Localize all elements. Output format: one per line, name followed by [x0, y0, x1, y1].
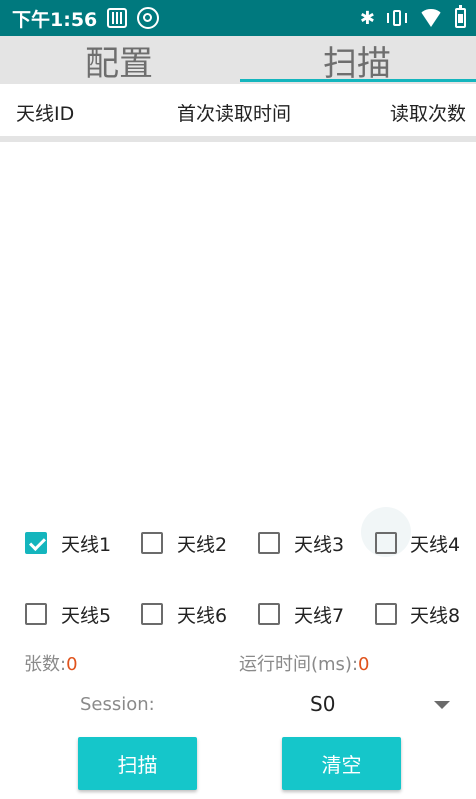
clear-button[interactable]: 清空	[282, 737, 401, 790]
runtime-stat: 运行时间(ms):0	[239, 650, 369, 676]
antenna-label: 天线3	[294, 533, 345, 556]
sim-card-icon	[107, 8, 128, 28]
antenna-3-checkbox[interactable]: 天线3	[258, 523, 344, 563]
checkbox-icon	[375, 603, 397, 625]
session-label: Session:	[80, 694, 155, 715]
column-header-antenna-id: 天线ID	[16, 103, 75, 125]
antenna-row-1: 天线1 天线2 天线3 天线4	[0, 507, 476, 563]
dropdown-caret-icon[interactable]	[434, 701, 450, 709]
antenna-label: 天线5	[61, 604, 112, 627]
antenna-row-2: 天线5 天线6 天线7 天线8	[0, 594, 476, 634]
vibrate-icon	[387, 8, 407, 28]
antenna-label: 天线7	[294, 604, 345, 627]
antenna-5-checkbox[interactable]: 天线5	[25, 594, 111, 634]
tag-count-value: 0	[66, 654, 78, 675]
table-header: 天线ID 首次读取时间 读取次数	[0, 84, 476, 142]
tag-count-stat: 张数:0	[24, 650, 78, 676]
antenna-label: 天线4	[410, 533, 461, 556]
column-header-read-count: 读取次数	[390, 103, 467, 125]
at-sign-icon	[137, 7, 160, 29]
tab-config[interactable]: 配置	[0, 36, 238, 84]
bluetooth-icon: ✱	[359, 7, 375, 29]
wifi-icon	[419, 9, 443, 27]
checkbox-icon	[258, 603, 280, 625]
session-select[interactable]: S0	[310, 692, 335, 716]
antenna-7-checkbox[interactable]: 天线7	[258, 594, 344, 634]
tag-list[interactable]	[0, 142, 476, 512]
checkbox-icon	[141, 603, 163, 625]
status-bar: 下午1:56 ✱	[0, 0, 476, 36]
checkbox-icon	[141, 532, 163, 554]
antenna-label: 天线1	[61, 533, 112, 556]
tag-count-label: 张数:	[24, 654, 67, 675]
antenna-2-checkbox[interactable]: 天线2	[141, 523, 227, 563]
column-header-first-read-time: 首次读取时间	[177, 103, 292, 125]
antenna-label: 天线8	[410, 604, 461, 627]
antenna-1-checkbox[interactable]: 天线1	[25, 523, 111, 563]
antenna-6-checkbox[interactable]: 天线6	[141, 594, 227, 634]
checkbox-icon	[25, 603, 47, 625]
scan-button[interactable]: 扫描	[78, 737, 197, 790]
checkbox-icon	[258, 532, 280, 554]
runtime-value: 0	[358, 654, 370, 675]
checkbox-icon	[375, 532, 397, 554]
antenna-label: 天线6	[177, 604, 228, 627]
runtime-label: 运行时间(ms):	[239, 654, 359, 675]
status-time: 下午1:56	[12, 8, 98, 31]
battery-icon	[455, 5, 466, 28]
antenna-4-checkbox[interactable]: 天线4	[361, 507, 461, 563]
antenna-8-checkbox[interactable]: 天线8	[375, 594, 460, 634]
checkbox-checked-icon	[25, 532, 47, 554]
tab-bar: 配置 扫描	[0, 36, 476, 84]
tab-scan[interactable]: 扫描	[238, 36, 476, 84]
antenna-label: 天线2	[177, 533, 228, 556]
